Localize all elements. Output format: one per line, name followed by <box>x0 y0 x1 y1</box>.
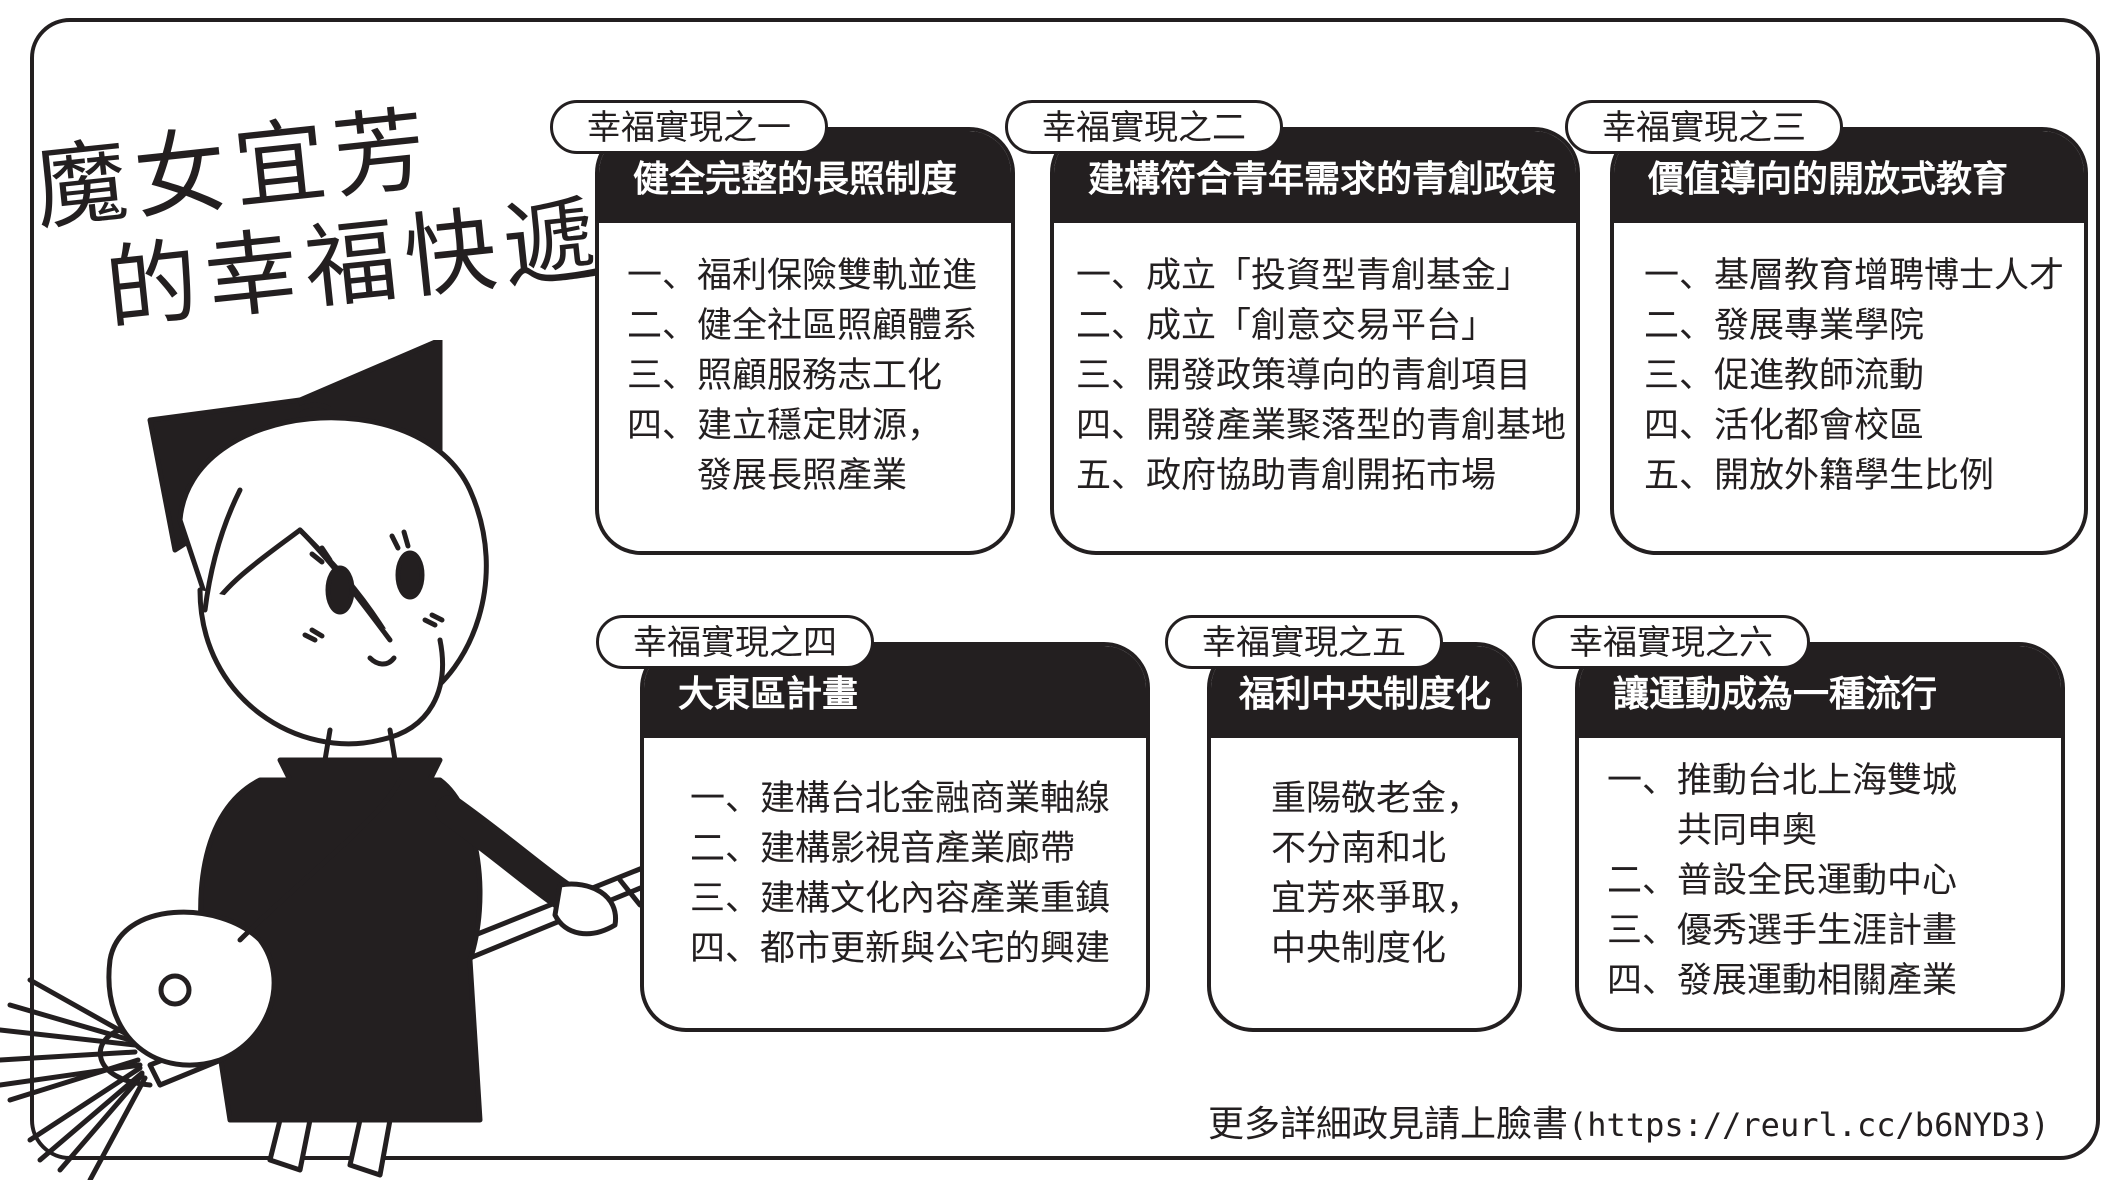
list-item: 五、開放外籍學生比例 <box>1644 456 1995 496</box>
list-item: 一、成立「投資型青創基金」 <box>1076 256 1532 296</box>
card-tag: 幸福實現之一 <box>550 100 828 154</box>
list-item: 宜芳來爭取， <box>1271 879 1482 919</box>
card-item-list: 一、基層教育增聘博士人才 二、發展專業學院 三、促進教師流動 四、活化都會校區 … <box>1614 223 2084 501</box>
list-item: 三、促進教師流動 <box>1644 356 1925 396</box>
card-item-list: 一、建構台北金融商業軸線 二、建構影視音產業廊帶 三、建構文化內容產業重鎮 四、… <box>644 738 1146 974</box>
list-item: 二、發展專業學院 <box>1644 306 1925 346</box>
list-item: 一、基層教育增聘博士人才 <box>1644 256 2065 296</box>
list-item: 四、都市更新與公宅的興建 <box>690 929 1111 969</box>
list-item: 五、政府協助青創開拓市場 <box>1076 456 1497 496</box>
card-item-list: 一、成立「投資型青創基金」 二、成立「創意交易平台」 三、開發政策導向的青創項目… <box>1054 223 1576 501</box>
list-item: 中央制度化 <box>1271 929 1447 969</box>
card-item-list: 重陽敬老金， 不分南和北 宜芳來爭取， 中央制度化 <box>1211 738 1518 974</box>
list-item: 二、建構影視音產業廊帶 <box>690 829 1076 869</box>
card-box: 大東區計畫 一、建構台北金融商業軸線 二、建構影視音產業廊帶 三、建構文化內容產… <box>640 642 1150 1032</box>
card-tag: 幸福實現之四 <box>596 615 874 669</box>
list-item: 三、建構文化內容產業重鎮 <box>690 879 1111 919</box>
list-item: 一、福利保險雙軌並進 <box>627 256 978 296</box>
card-box: 價值導向的開放式教育 一、基層教育增聘博士人才 二、發展專業學院 三、促進教師流… <box>1610 127 2088 555</box>
list-item: 二、普設全民運動中心 <box>1607 861 1958 901</box>
facebook-link[interactable]: (https://reurl.cc/b6NYD3) <box>1568 1106 2050 1144</box>
list-item: 三、照顧服務志工化 <box>627 356 943 396</box>
card-item-list: 一、推動台北上海雙城 共同申奧 二、普設全民運動中心 三、優秀選手生涯計畫 四、… <box>1579 738 2061 1006</box>
card-box: 讓運動成為一種流行 一、推動台北上海雙城 共同申奧 二、普設全民運動中心 三、優… <box>1575 642 2065 1032</box>
list-item: 四、開發產業聚落型的青創基地 <box>1076 406 1567 446</box>
card-tag: 幸福實現之二 <box>1005 100 1283 154</box>
card-tag: 幸福實現之六 <box>1532 615 1810 669</box>
list-item: 三、開發政策導向的青創項目 <box>1076 356 1532 396</box>
card-box: 福利中央制度化 重陽敬老金， 不分南和北 宜芳來爭取， 中央制度化 <box>1207 642 1522 1032</box>
list-item: 二、成立「創意交易平台」 <box>1076 306 1497 346</box>
list-item: 四、建立穩定財源， <box>627 406 943 446</box>
list-item: 發展長照產業 <box>697 456 908 496</box>
list-item: 一、推動台北上海雙城 <box>1607 761 1958 801</box>
footer-text: 更多詳細政見請上臉書 <box>1208 1104 1569 1145</box>
card-box: 建構符合青年需求的青創政策 一、成立「投資型青創基金」 二、成立「創意交易平台」… <box>1050 127 1580 555</box>
list-item: 一、建構台北金融商業軸線 <box>690 779 1111 819</box>
card-item-list: 一、福利保險雙軌並進 二、健全社區照顧體系 三、照顧服務志工化 四、建立穩定財源… <box>599 223 1011 501</box>
list-item: 三、優秀選手生涯計畫 <box>1607 911 1958 951</box>
list-item: 共同申奧 <box>1677 811 1818 851</box>
footer-note: 更多詳細政見請上臉書(https://reurl.cc/b6NYD3) <box>1208 1095 2050 1147</box>
card-tag: 幸福實現之三 <box>1565 100 1843 154</box>
card-tag: 幸福實現之五 <box>1165 615 1443 669</box>
list-item: 四、活化都會校區 <box>1644 406 1925 446</box>
list-item: 二、健全社區照顧體系 <box>627 306 978 346</box>
list-item: 重陽敬老金， <box>1271 779 1482 819</box>
list-item: 四、發展運動相關產業 <box>1607 961 1958 1001</box>
list-item: 不分南和北 <box>1271 829 1447 869</box>
card-box: 健全完整的長照制度 一、福利保險雙軌並進 二、健全社區照顧體系 三、照顧服務志工… <box>595 127 1015 555</box>
